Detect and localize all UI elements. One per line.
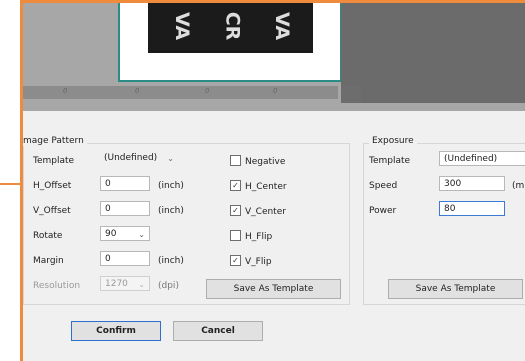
- power-label: Power: [369, 206, 397, 216]
- exposure-template-label: Template: [369, 156, 411, 166]
- checkmark-icon: ✓: [230, 255, 241, 266]
- checkbox-label: H_Flip: [245, 232, 273, 242]
- rotate-select-value: 90: [105, 229, 117, 239]
- preview-image: VA CR VA: [148, 3, 313, 53]
- cancel-button[interactable]: Cancel: [173, 321, 263, 341]
- chevron-down-icon: ⌄: [138, 230, 145, 239]
- preview-art-text: CR: [221, 11, 244, 41]
- margin-unit: (inch): [158, 256, 184, 266]
- h-offset-unit: (inch): [158, 181, 184, 191]
- h-center-checkbox[interactable]: ✓ H_Center: [230, 180, 287, 193]
- v-flip-checkbox[interactable]: ✓ V_Flip: [230, 255, 272, 268]
- image-save-template-button[interactable]: Save As Template: [206, 279, 341, 299]
- checkbox-label: V_Center: [245, 207, 286, 217]
- ruler-tick-label: 0: [63, 87, 68, 95]
- v-offset-input[interactable]: 0: [100, 201, 150, 216]
- checkmark-icon: ✓: [230, 180, 241, 191]
- exposure-title: Exposure: [369, 136, 417, 146]
- h-offset-input[interactable]: 0: [100, 176, 150, 191]
- margin-input[interactable]: 0: [100, 251, 150, 266]
- preview-canvas: VA CR VA: [118, 3, 342, 82]
- chevron-down-icon: ⌄: [138, 280, 145, 289]
- confirm-button[interactable]: Confirm: [71, 321, 161, 341]
- resolution-select: 1270 ⌄: [100, 276, 150, 291]
- checkbox-box: [230, 155, 241, 166]
- preview-dark-area: [341, 3, 525, 103]
- exposure-template-select[interactable]: (Undefined): [439, 151, 525, 166]
- checkbox-label: V_Flip: [245, 257, 272, 267]
- preview-area[interactable]: VA CR VA 0 0 0 0: [23, 3, 525, 111]
- checkbox-label: Negative: [245, 157, 286, 167]
- horizontal-ruler: 0 0 0 0: [23, 86, 338, 99]
- checkbox-box: [230, 230, 241, 241]
- preview-art-text: VA: [271, 11, 294, 41]
- v-center-checkbox[interactable]: ✓ V_Center: [230, 205, 286, 218]
- preview-art-text: VA: [171, 11, 194, 41]
- ruler-tick-label: 0: [273, 87, 278, 95]
- negative-checkbox[interactable]: Negative: [230, 155, 286, 168]
- rotate-label: Rotate: [33, 231, 63, 241]
- h-flip-checkbox[interactable]: H_Flip: [230, 230, 273, 243]
- ruler-tick-label: 0: [205, 87, 210, 95]
- speed-input[interactable]: 300: [439, 176, 505, 191]
- resolution-label: Resolution: [33, 281, 81, 291]
- rotate-select[interactable]: 90 ⌄: [100, 226, 150, 241]
- settings-panel: mage Pattern Template (Undefined) ⌄ H_Of…: [23, 111, 525, 361]
- v-offset-unit: (inch): [158, 206, 184, 216]
- margin-label: Margin: [33, 256, 64, 266]
- resolution-unit: (dpi): [158, 281, 179, 291]
- speed-label: Speed: [369, 181, 398, 191]
- v-offset-label: V_Offset: [33, 206, 71, 216]
- checkbox-label: H_Center: [245, 182, 287, 192]
- template-select[interactable]: (Undefined) ⌄: [100, 151, 176, 166]
- ruler-tick-label: 0: [135, 87, 140, 95]
- chevron-down-icon: ⌄: [167, 154, 174, 163]
- template-label: Template: [33, 156, 75, 166]
- ruler-corner: [341, 86, 361, 103]
- speed-unit: (m: [512, 181, 525, 191]
- exposure-save-template-button[interactable]: Save As Template: [388, 279, 523, 299]
- resolution-select-value: 1270: [105, 279, 128, 289]
- checkmark-icon: ✓: [230, 205, 241, 216]
- h-offset-label: H_Offset: [33, 181, 72, 191]
- image-pattern-title: mage Pattern: [23, 136, 87, 146]
- template-select-value: (Undefined): [104, 153, 158, 163]
- power-input[interactable]: 80: [439, 201, 505, 216]
- outside-area: [0, 0, 22, 361]
